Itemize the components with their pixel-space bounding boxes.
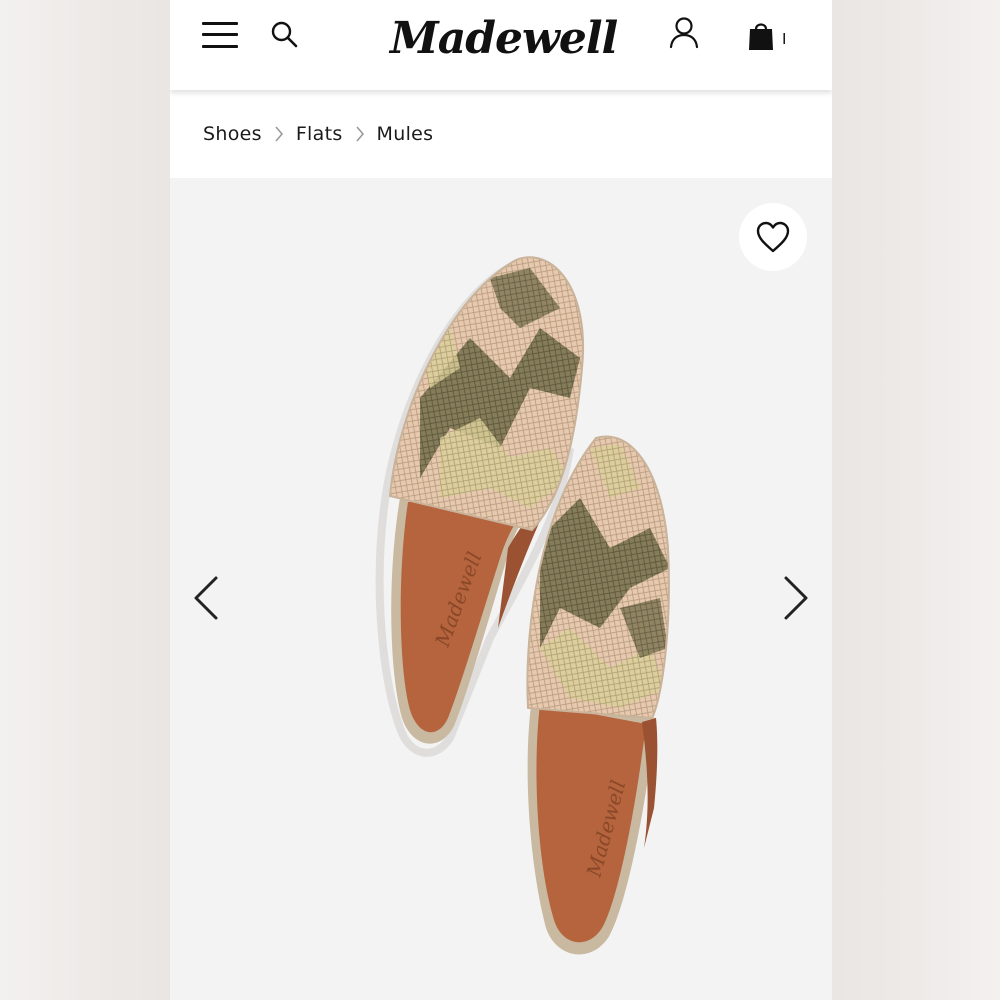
site-header: Madewell I xyxy=(170,0,832,90)
mobile-page: Madewell I Shoes Flats Mules Madewell Ma… xyxy=(170,0,832,1000)
product-image[interactable]: Madewell Madewell xyxy=(270,248,730,988)
breadcrumb-mules[interactable]: Mules xyxy=(377,123,434,145)
bag-icon[interactable] xyxy=(746,20,776,52)
chevron-left-icon[interactable] xyxy=(188,573,224,623)
breadcrumb: Shoes Flats Mules xyxy=(170,90,832,178)
chevron-right-icon xyxy=(343,124,377,144)
search-icon[interactable] xyxy=(270,20,298,48)
bag-count: I xyxy=(782,31,787,48)
background-left xyxy=(0,0,170,1000)
heart-icon xyxy=(756,221,790,253)
wishlist-button[interactable] xyxy=(739,203,807,271)
breadcrumb-flats[interactable]: Flats xyxy=(296,123,343,145)
account-icon[interactable] xyxy=(668,16,700,50)
chevron-right-icon xyxy=(262,124,296,144)
brand-logo[interactable]: Madewell xyxy=(390,6,618,72)
chevron-right-icon[interactable] xyxy=(778,573,814,623)
product-gallery: Madewell Madewell xyxy=(170,178,832,1000)
breadcrumb-shoes[interactable]: Shoes xyxy=(203,123,262,145)
menu-icon[interactable] xyxy=(202,20,238,50)
background-right xyxy=(830,0,1000,1000)
